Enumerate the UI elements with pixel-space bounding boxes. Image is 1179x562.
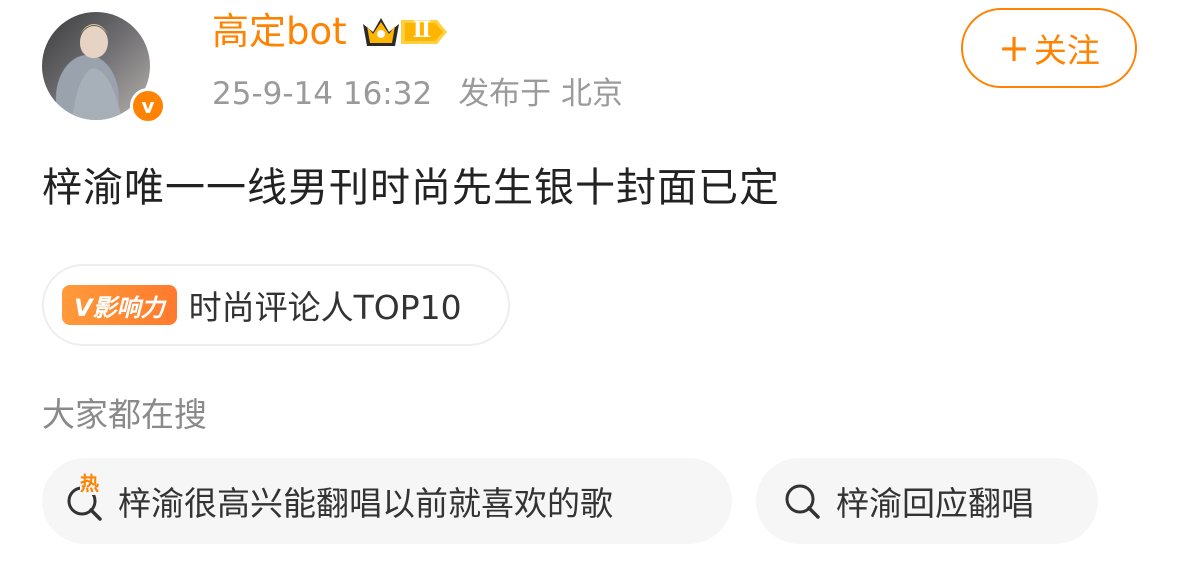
post-meta: 25-9-14 16:32 发布于 北京	[212, 74, 623, 114]
avatar[interactable]: v	[42, 12, 170, 124]
search-chip-text: 梓渝很高兴能翻唱以前就喜欢的歌	[118, 484, 613, 523]
influence-title: 时尚评论人TOP10	[188, 288, 462, 327]
search-chip[interactable]: 梓渝回应翻唱	[756, 458, 1098, 544]
username-row: 高定bot Ⅱ	[212, 8, 449, 56]
level-number: Ⅱ	[412, 17, 432, 43]
influence-badge[interactable]: V影响力 时尚评论人TOP10	[42, 264, 510, 346]
plus-icon: +	[998, 26, 1030, 70]
verified-mark: v	[141, 94, 155, 118]
verified-icon: v	[130, 88, 166, 124]
search-chip-text: 梓渝回应翻唱	[836, 484, 1034, 523]
post-time: 25-9-14 16:32	[212, 76, 433, 112]
weibo-post-card: v 高定bot Ⅱ 25-9-14 16:32 发布于 北京 + 关注 梓渝唯一…	[0, 0, 1179, 562]
trending-search-title: 大家都在搜	[42, 395, 207, 434]
search-icon	[782, 479, 826, 523]
post-location: 发布于 北京	[458, 76, 624, 112]
follow-label: 关注	[1033, 31, 1100, 70]
post-text: 梓渝唯一一线男刊时尚先生银十封面已定	[42, 165, 780, 211]
influence-tag: V影响力	[62, 285, 177, 325]
level-badge[interactable]: Ⅱ	[361, 12, 449, 52]
crown-icon	[362, 18, 447, 46]
search-chip[interactable]: 热 梓渝很高兴能翻唱以前就喜欢的歌	[42, 458, 732, 544]
follow-button[interactable]: + 关注	[961, 8, 1137, 88]
hot-label: 热	[80, 473, 100, 495]
username[interactable]: 高定bot	[212, 8, 347, 56]
hot-search-icon: 热	[64, 473, 108, 523]
